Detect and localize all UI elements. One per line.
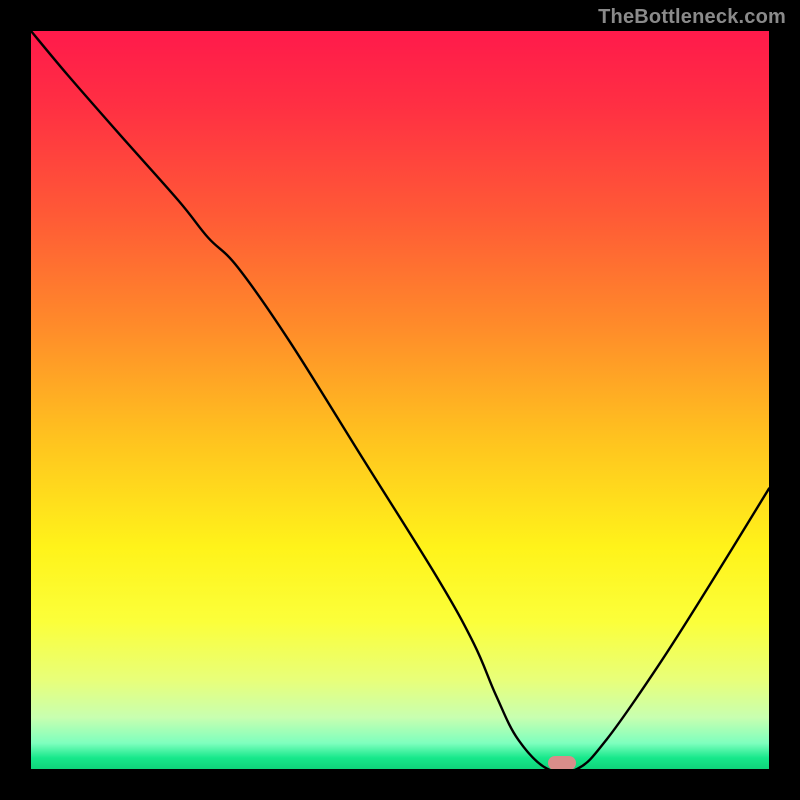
plot-area [31,31,769,769]
watermark-text: TheBottleneck.com [598,6,786,29]
chart-frame: TheBottleneck.com [0,0,800,800]
optimal-marker [548,756,576,769]
bottleneck-curve [31,31,769,769]
